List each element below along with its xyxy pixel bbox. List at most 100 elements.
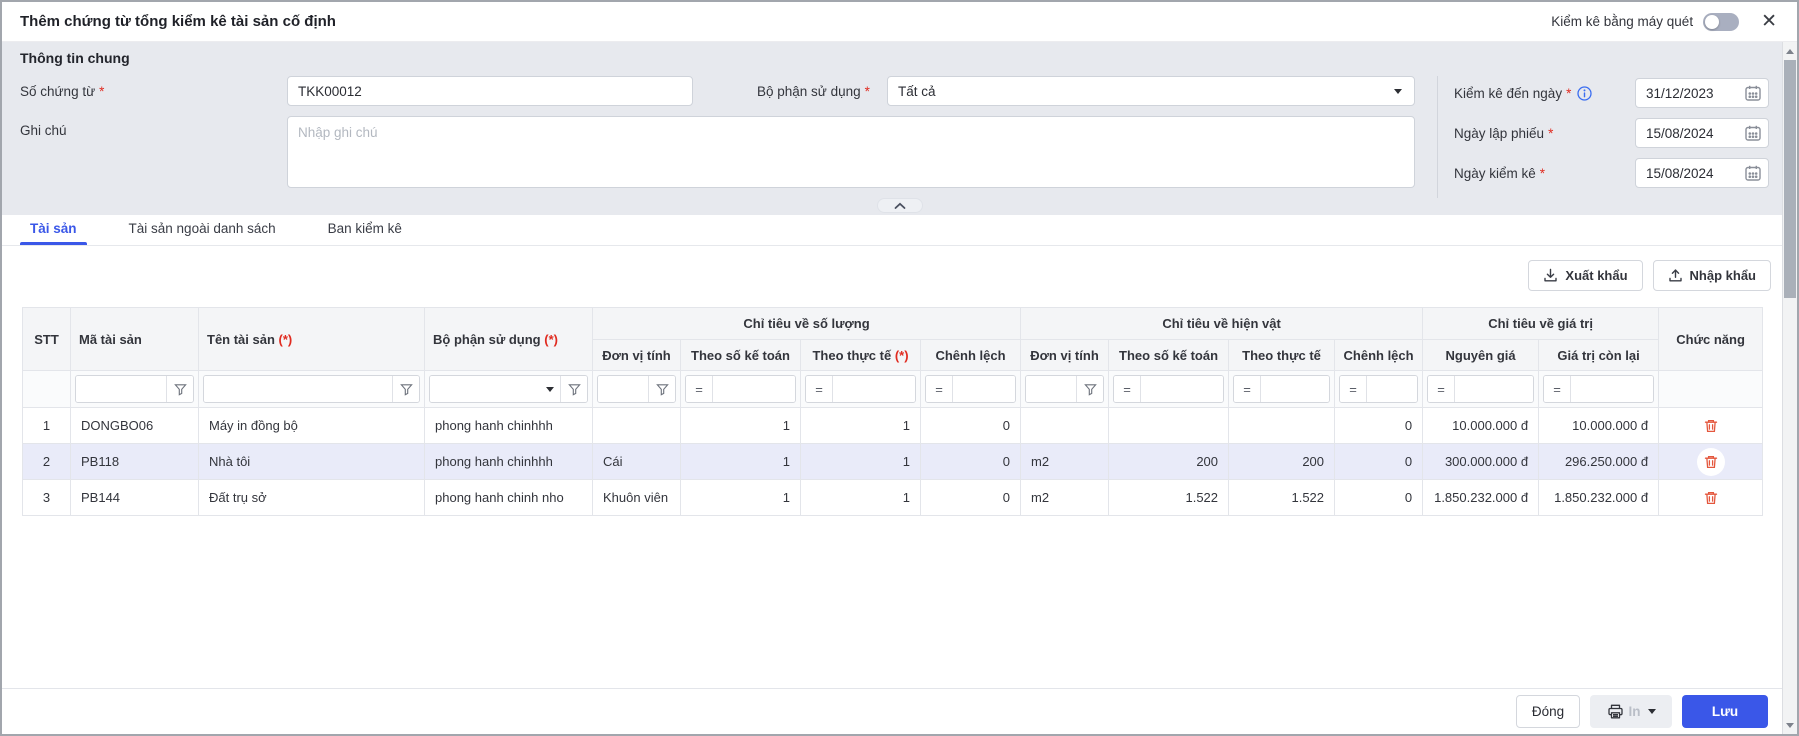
cell-sl-cl: 0 xyxy=(921,444,1021,480)
filter-equals-button[interactable]: = xyxy=(1114,376,1140,402)
chevron-down-icon xyxy=(1394,89,1402,94)
cell-bo-phan-su-dung: phong hanh chinh nho xyxy=(425,480,593,516)
so-chung-tu-label: Số chứng từ* xyxy=(20,84,287,99)
group-header-hien-vat: Chỉ tiêu về hiện vật xyxy=(1021,308,1423,340)
filter-hv-tt-input[interactable] xyxy=(1261,376,1329,402)
filter-equals-button[interactable]: = xyxy=(686,376,712,402)
cell-bo-phan-su-dung: phong hanh chinhhh xyxy=(425,444,593,480)
export-button[interactable]: Xuất khẩu xyxy=(1528,260,1642,291)
info-icon[interactable] xyxy=(1577,86,1592,101)
delete-row-button[interactable] xyxy=(1697,412,1725,440)
col-header-hv-theo-so-ke-toan: Theo số kế toán xyxy=(1109,340,1229,371)
filter-funnel-icon[interactable] xyxy=(649,376,675,402)
so-chung-tu-input[interactable] xyxy=(287,76,693,106)
chevron-down-icon[interactable] xyxy=(546,387,554,392)
tab-ban-kiem-ke[interactable]: Ban kiểm kê xyxy=(318,215,412,245)
ngay-lap-phieu-label: Ngày lập phiếu* xyxy=(1454,126,1635,141)
dialog-footer: Đóng In Lưu xyxy=(2,688,1782,734)
filter-equals-button[interactable]: = xyxy=(1340,376,1366,402)
cell-hv-dvt: m2 xyxy=(1021,480,1109,516)
cell-hv-dvt xyxy=(1021,408,1109,444)
cell-sl-cl: 0 xyxy=(921,408,1021,444)
filter-funnel-icon[interactable] xyxy=(167,376,193,402)
table-row[interactable]: 2 PB118 Nhà tôi phong hanh chinhhh Cái 1… xyxy=(23,444,1763,480)
filter-bo-phan-su-dung-input[interactable] xyxy=(430,376,546,402)
ghi-chu-textarea[interactable] xyxy=(287,116,1415,188)
filter-gtcl-input[interactable] xyxy=(1571,376,1653,402)
print-button[interactable]: In xyxy=(1590,695,1672,728)
upload-icon xyxy=(1668,268,1683,283)
cell-gia-tri-con-lai: 10.000.000 đ xyxy=(1539,408,1659,444)
table-toolbar: Xuất khẩu Nhập khẩu xyxy=(2,246,1797,295)
bo-phan-su-dung-value: Tất cả xyxy=(898,84,936,99)
collapse-section-button[interactable] xyxy=(877,198,923,213)
cell-stt: 2 xyxy=(23,444,71,480)
cell-ten-tai-san: Máy in đồng bộ xyxy=(199,408,425,444)
filter-equals-button[interactable]: = xyxy=(926,376,952,402)
cell-gia-tri-con-lai: 296.250.000 đ xyxy=(1539,444,1659,480)
col-header-stt: STT xyxy=(23,308,71,371)
cell-hv-cl: 0 xyxy=(1335,444,1423,480)
close-icon[interactable]: ✕ xyxy=(1761,12,1777,31)
filter-sl-cl-input[interactable] xyxy=(953,376,1015,402)
filter-row: = = = = = = = = xyxy=(23,371,1763,408)
scrollbar-thumb[interactable] xyxy=(1784,60,1796,298)
col-header-hv-chenh-lech: Chênh lệch xyxy=(1335,340,1423,371)
delete-row-button[interactable] xyxy=(1697,448,1725,476)
group-header-gia-tri: Chỉ tiêu về giá trị xyxy=(1423,308,1659,340)
filter-equals-button[interactable]: = xyxy=(1544,376,1570,402)
cell-ma-tai-san: PB144 xyxy=(71,480,199,516)
cell-hv-skt xyxy=(1109,408,1229,444)
cell-hv-tt: 1.522 xyxy=(1229,480,1335,516)
filter-funnel-icon[interactable] xyxy=(393,376,419,402)
filter-sl-dvt-input[interactable] xyxy=(598,376,648,402)
calendar-icon[interactable] xyxy=(1744,84,1762,102)
filter-nguyen-gia-input[interactable] xyxy=(1455,376,1533,402)
bo-phan-su-dung-select[interactable]: Tất cả xyxy=(887,76,1415,106)
filter-hv-dvt-input[interactable] xyxy=(1026,376,1076,402)
filter-hv-skt-input[interactable] xyxy=(1141,376,1223,402)
col-header-sl-theo-so-ke-toan: Theo số kế toán xyxy=(681,340,801,371)
cell-ma-tai-san: DONGBO06 xyxy=(71,408,199,444)
filter-sl-skt-input[interactable] xyxy=(713,376,795,402)
group-header-so-luong: Chỉ tiêu về số lượng xyxy=(593,308,1021,340)
cell-stt: 3 xyxy=(23,480,71,516)
table-row[interactable]: 1 DONGBO06 Máy in đồng bộ phong hanh chi… xyxy=(23,408,1763,444)
import-button[interactable]: Nhập khẩu xyxy=(1653,260,1771,291)
cell-hv-dvt: m2 xyxy=(1021,444,1109,480)
filter-funnel-icon[interactable] xyxy=(1077,376,1103,402)
download-icon xyxy=(1543,268,1558,283)
trash-icon xyxy=(1703,418,1719,434)
scan-toggle[interactable] xyxy=(1703,13,1739,31)
filter-equals-button[interactable]: = xyxy=(1234,376,1260,402)
table-row[interactable]: 3 PB144 Đất trụ sở phong hanh chinh nho … xyxy=(23,480,1763,516)
save-button[interactable]: Lưu xyxy=(1682,695,1768,728)
scroll-down-arrow[interactable] xyxy=(1783,718,1797,732)
trash-icon xyxy=(1703,454,1719,470)
filter-funnel-icon[interactable] xyxy=(561,376,587,402)
calendar-icon[interactable] xyxy=(1744,164,1762,182)
filter-equals-button[interactable]: = xyxy=(806,376,832,402)
delete-row-button[interactable] xyxy=(1697,484,1725,512)
col-header-gia-tri-con-lai: Giá trị còn lại xyxy=(1539,340,1659,371)
close-button[interactable]: Đóng xyxy=(1516,695,1580,728)
tab-tai-san[interactable]: Tài sản xyxy=(20,215,87,245)
filter-ten-tai-san-input[interactable] xyxy=(204,376,392,402)
cell-ten-tai-san: Nhà tôi xyxy=(199,444,425,480)
cell-nguyen-gia: 10.000.000 đ xyxy=(1423,408,1539,444)
toggle-knob xyxy=(1705,15,1719,29)
cell-hv-skt: 200 xyxy=(1109,444,1229,480)
section-title: Thông tin chung xyxy=(20,50,1797,66)
tab-tai-san-ngoai-danh-sach[interactable]: Tài sản ngoài danh sách xyxy=(119,215,286,245)
filter-hv-cl-input[interactable] xyxy=(1367,376,1417,402)
vertical-scrollbar[interactable] xyxy=(1782,42,1797,734)
scroll-up-arrow[interactable] xyxy=(1783,44,1797,58)
cell-sl-tt: 1 xyxy=(801,480,921,516)
calendar-icon[interactable] xyxy=(1744,124,1762,142)
kiem-ke-den-ngay-label: Kiểm kê đến ngày* xyxy=(1454,86,1635,101)
col-header-ten-tai-san: Tên tài sản (*) xyxy=(199,308,425,371)
filter-equals-button[interactable]: = xyxy=(1428,376,1454,402)
filter-ma-tai-san-input[interactable] xyxy=(76,376,166,402)
filter-sl-tt-input[interactable] xyxy=(833,376,915,402)
cell-nguyen-gia: 1.850.232.000 đ xyxy=(1423,480,1539,516)
